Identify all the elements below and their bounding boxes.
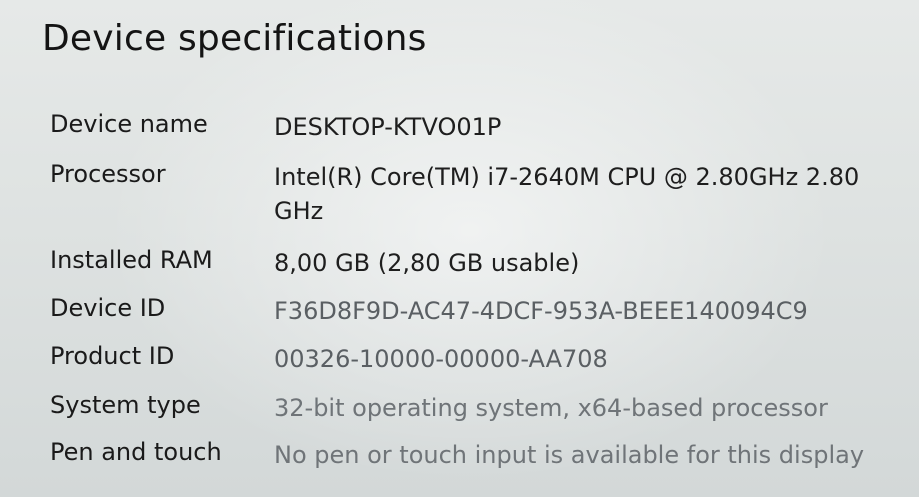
spec-label-system-type: System type [50, 391, 201, 419]
spec-value-device-name: DESKTOP-KTVO01P [274, 113, 502, 141]
spec-label-device-name: Device name [50, 110, 208, 138]
spec-value-pen-and-touch: No pen or touch input is available for t… [274, 441, 865, 469]
spec-value-system-type: 32-bit operating system, x64-based proce… [274, 394, 828, 422]
spec-value-device-id: F36D8F9D-AC47-4DCF-953A-BEEE140094C9 [274, 297, 808, 325]
spec-value-processor: Intel(R) Core(TM) i7-2640M CPU @ 2.80GHz… [274, 163, 860, 225]
spec-label-processor: Processor [50, 160, 166, 188]
spec-value-installed-ram: 8,00 GB (2,80 GB usable) [274, 249, 580, 277]
device-specifications-panel: Device specifications Device name DESKTO… [0, 0, 919, 497]
spec-label-product-id: Product ID [50, 342, 175, 370]
section-title: Device specifications [42, 18, 427, 59]
spec-label-pen-and-touch: Pen and touch [50, 438, 222, 466]
spec-label-device-id: Device ID [50, 294, 166, 322]
spec-label-installed-ram: Installed RAM [50, 246, 213, 274]
spec-value-product-id: 00326-10000-00000-AA708 [274, 345, 608, 373]
